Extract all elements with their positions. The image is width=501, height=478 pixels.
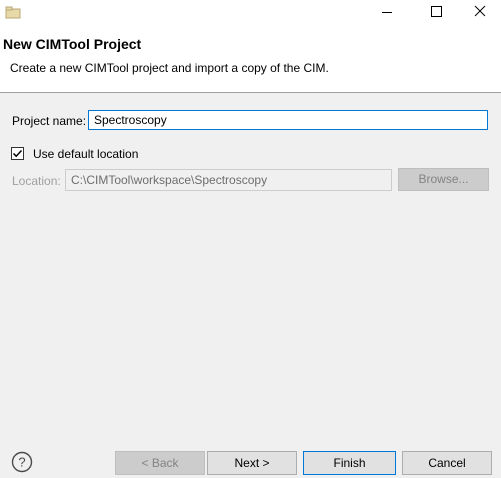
folder-icon: [5, 4, 21, 20]
svg-text:?: ?: [18, 455, 25, 470]
maximize-icon: [431, 6, 442, 17]
maximize-button[interactable]: [412, 0, 458, 26]
use-default-location-label[interactable]: Use default location: [33, 147, 138, 161]
close-button[interactable]: [458, 0, 501, 26]
checkmark-icon: [12, 149, 23, 158]
header-divider: [0, 92, 501, 93]
back-button: < Back: [115, 451, 205, 475]
help-icon: ?: [11, 451, 33, 473]
next-button[interactable]: Next >: [207, 451, 297, 475]
cancel-button[interactable]: Cancel: [402, 451, 492, 475]
finish-button[interactable]: Finish: [303, 451, 396, 475]
minimize-icon: [382, 12, 392, 13]
project-name-label: Project name:: [12, 114, 87, 128]
page-description: Create a new CIMTool project and import …: [10, 61, 329, 75]
project-name-input[interactable]: [88, 110, 488, 130]
new-project-wizard-window: New CIMTool Project Create a new CIMTool…: [0, 0, 501, 478]
location-input: [65, 169, 392, 191]
close-icon: [474, 5, 486, 17]
minimize-button[interactable]: [364, 0, 410, 26]
wizard-header: New CIMTool Project Create a new CIMTool…: [0, 26, 501, 92]
browse-button: Browse...: [398, 168, 489, 191]
location-label: Location:: [12, 174, 61, 188]
help-button[interactable]: ?: [11, 451, 33, 473]
page-title: New CIMTool Project: [3, 36, 142, 52]
title-bar: [0, 0, 501, 26]
use-default-location-checkbox[interactable]: [11, 147, 24, 160]
